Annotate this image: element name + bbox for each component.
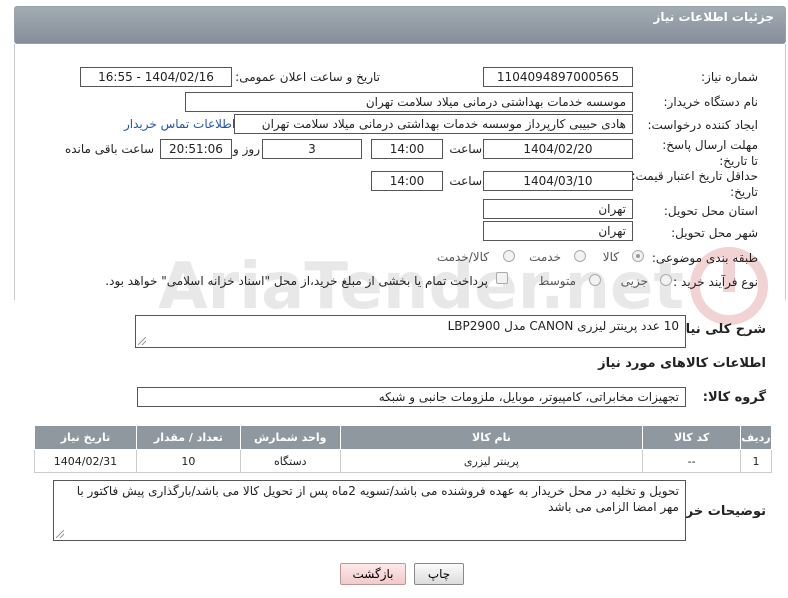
category-goods-label: کالا — [602, 250, 619, 264]
cell-code: -- — [642, 449, 742, 473]
price-time-label: ساعت — [449, 174, 482, 188]
reply-date-field: 1404/02/20 — [483, 139, 633, 159]
goods-table: ردیف کد کالا نام کالا واحد شمارش تعداد /… — [34, 425, 772, 473]
general-desc-label: شرح کلی نیاز: — [672, 322, 766, 337]
reply-time-label: ساعت — [449, 142, 482, 156]
general-desc-text: 10 عدد پرینتر لیزری CANON مدل LBP2900 — [447, 319, 679, 333]
goods-group-field: تجهیزات مخابراتی، کامپیوتر، موبایل، ملزو… — [137, 387, 686, 407]
buyer-org-label: نام دستگاه خریدار: — [663, 95, 759, 109]
process-medium-radio[interactable] — [589, 274, 601, 286]
announce-datetime-field: 1404/02/16 - 16:55 — [80, 67, 232, 87]
cell-unit: دستگاه — [239, 449, 341, 473]
reply-deadline-label: مهلت ارسال پاسخ: تا تاریخ: — [662, 138, 758, 168]
category-label: طبقه بندی موضوعی: — [651, 251, 758, 265]
province-label: استان محل تحویل: — [663, 204, 758, 218]
table-row: 1 -- پرینتر لیزری دستگاه 10 1404/02/31 — [34, 449, 772, 473]
table-header-row: ردیف کد کالا نام کالا واحد شمارش تعداد /… — [34, 425, 772, 450]
need-number-label: شماره نیاز: — [701, 70, 758, 84]
process-minor-radio[interactable] — [660, 274, 672, 286]
payment-note: پرداخت تمام یا بخشی از مبلغ خرید،از محل … — [105, 274, 488, 288]
days-field: 3 — [262, 139, 362, 159]
category-both-label: کالا/خدمت — [436, 250, 489, 264]
category-service-label: خدمت — [529, 250, 561, 264]
buyer-org-field: موسسه خدمات بهداشتی درمانی میلاد سلامت ت… — [185, 92, 633, 112]
price-time-field: 14:00 — [371, 171, 443, 191]
payment-treasury-checkbox[interactable] — [496, 272, 508, 284]
process-minor-label: جزیی — [620, 274, 648, 288]
category-service-radio[interactable] — [574, 250, 586, 262]
remaining-label: ساعت باقی مانده — [64, 142, 154, 156]
goods-group-label: گروه کالا: — [702, 390, 766, 405]
cell-name: پرینتر لیزری — [339, 449, 644, 473]
announce-datetime-label: تاریخ و ساعت اعلان عمومی: — [235, 70, 380, 84]
price-validity-label: حداقل تاریخ اعتبار قیمت: تا تاریخ: — [620, 169, 758, 199]
page-title: جزئیات اطلاعات نیاز — [653, 10, 774, 24]
buyer-notes-text: تحویل و تخلیه در محل خریدار به عهده فروش… — [76, 484, 679, 514]
process-type-label: نوع فرآیند خرید : — [673, 275, 758, 289]
city-field: تهران — [483, 221, 633, 241]
resize-grip-icon[interactable] — [138, 337, 146, 345]
process-medium-label: متوسط — [538, 274, 576, 288]
back-button[interactable]: بازگشت — [340, 563, 406, 585]
goods-info-heading: اطلاعات کالاهای مورد نیاز — [598, 356, 766, 371]
buyer-notes-textarea[interactable]: تحویل و تخلیه در محل خریدار به عهده فروش… — [53, 480, 686, 541]
requester-label: ایجاد کننده درخواست: — [647, 118, 758, 132]
reply-time-field: 14:00 — [371, 139, 443, 159]
days-label: روز و — [233, 142, 260, 156]
need-number-field: 1104094897000565 — [483, 67, 633, 87]
category-both-radio[interactable] — [503, 250, 515, 262]
buyer-contact-link[interactable]: اطلاعات تماس خریدار — [124, 117, 235, 131]
col-unit-header: واحد شمارش — [239, 425, 341, 450]
col-row-header: ردیف — [740, 425, 772, 450]
print-button[interactable]: چاپ — [414, 563, 464, 585]
col-code-header: کد کالا — [642, 425, 742, 450]
category-goods-radio[interactable] — [632, 250, 644, 262]
cell-date: 1404/02/31 — [34, 449, 137, 473]
col-date-header: تاریخ نیاز — [34, 425, 137, 450]
cell-row: 1 — [740, 449, 772, 473]
cell-qty: 10 — [135, 449, 241, 473]
price-date-field: 1404/03/10 — [483, 171, 633, 191]
province-field: تهران — [483, 199, 633, 219]
remaining-time-field: 20:51:06 — [160, 139, 232, 159]
col-qty-header: تعداد / مقدار — [135, 425, 241, 450]
city-label: شهر محل تحویل: — [671, 226, 758, 240]
requester-field: هادی حبیبی کارپرداز موسسه خدمات بهداشتی … — [234, 114, 633, 134]
col-name-header: نام کالا — [339, 425, 644, 450]
resize-grip-icon[interactable] — [56, 530, 64, 538]
general-desc-textarea[interactable]: 10 عدد پرینتر لیزری CANON مدل LBP2900 — [135, 315, 686, 348]
